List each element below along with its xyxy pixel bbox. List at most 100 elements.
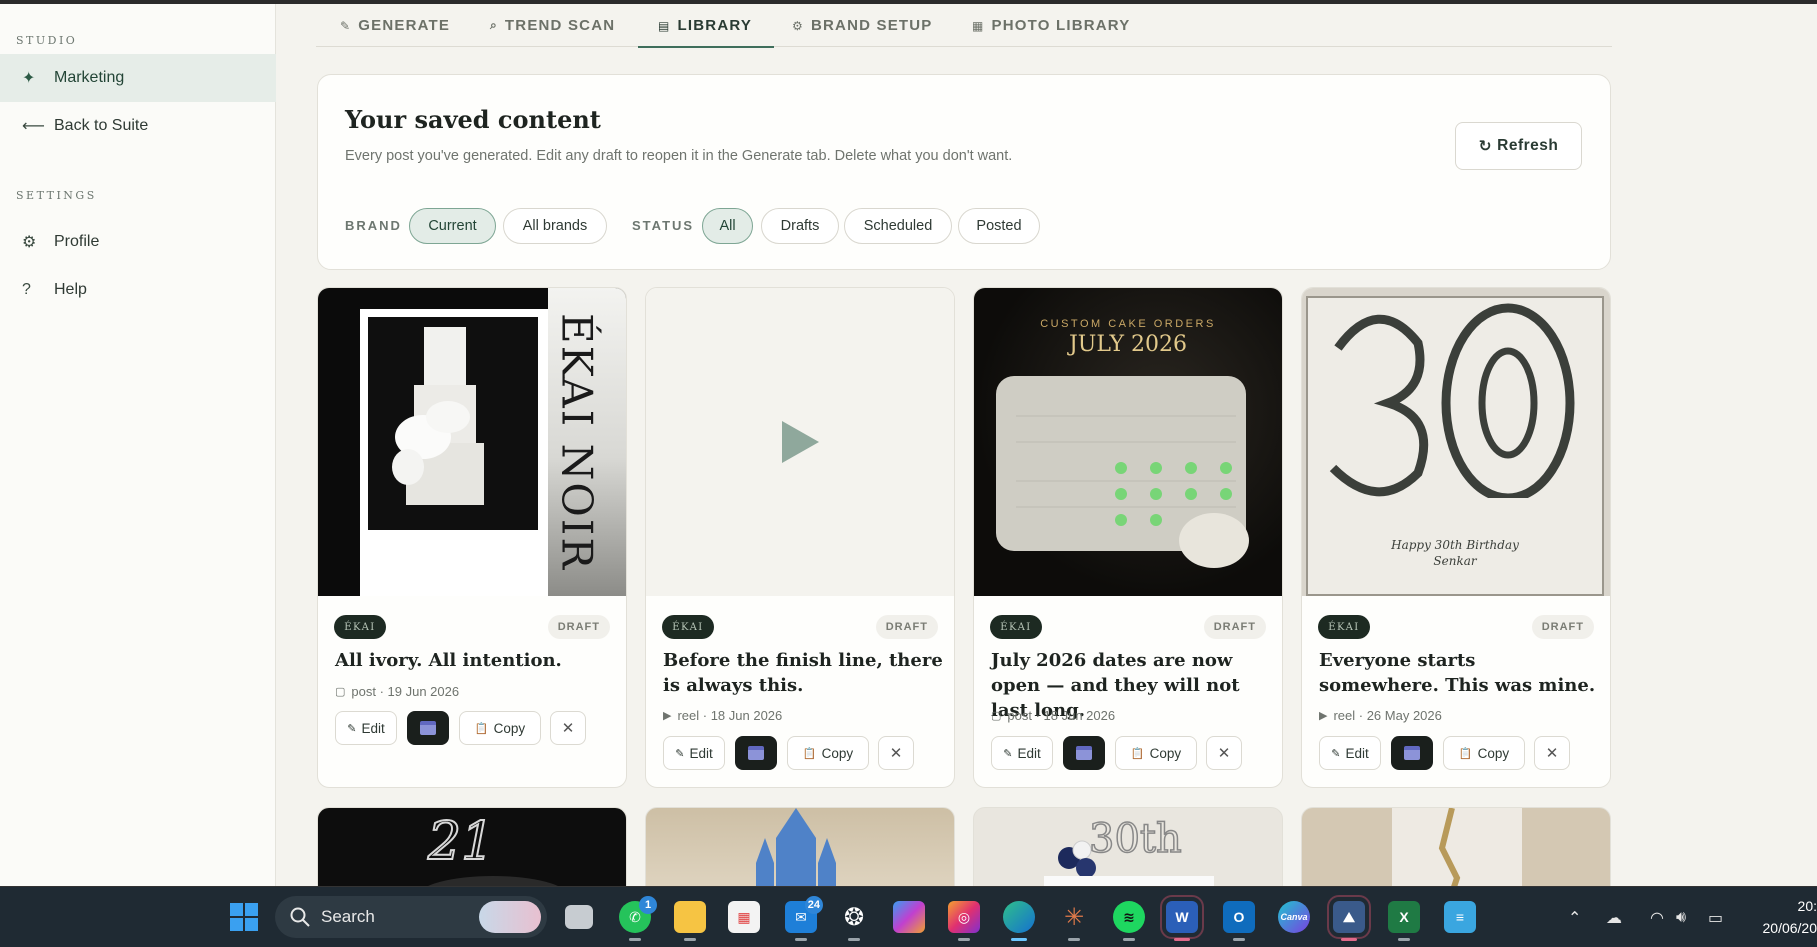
brand-filter-label: BRAND — [345, 218, 402, 233]
wifi-icon[interactable]: ◠ — [1650, 887, 1664, 947]
windows-start-icon[interactable] — [228, 901, 260, 933]
edit-button[interactable]: ✎ Edit — [663, 736, 725, 770]
copy-label: Copy — [821, 745, 854, 761]
copy-button[interactable]: 📋 Copy — [787, 736, 869, 770]
status-badge: DRAFT — [1531, 615, 1594, 639]
meta-text: reel · 26 May 2026 — [1333, 708, 1442, 723]
gear-icon: ⚙ — [22, 234, 37, 251]
thumb-subtitle: CUSTOM CAKE ORDERS — [1040, 318, 1216, 330]
photos-icon[interactable]: ⛰ — [1327, 895, 1371, 941]
sidebar-item-marketing[interactable]: ✦ Marketing — [0, 54, 276, 102]
active-indicator — [1341, 938, 1357, 941]
file-explorer-icon[interactable] — [674, 901, 706, 941]
calendar-icon — [420, 721, 436, 735]
edit-label: Edit — [1017, 745, 1041, 761]
volume-icon[interactable]: 🔊︎ — [1676, 887, 1686, 947]
calendar-icon — [1076, 746, 1092, 760]
tab-brand-setup[interactable]: ⚙ BRAND SETUP — [792, 4, 933, 47]
brand-chip-all-brands[interactable]: All brands — [503, 208, 607, 244]
chatgpt-icon[interactable]: ❂ — [838, 901, 870, 941]
excel-icon[interactable]: X — [1388, 901, 1420, 941]
running-indicator — [958, 938, 970, 941]
tab-label: GENERATE — [358, 17, 451, 34]
tab-trend-scan[interactable]: ⌕ TREND SCAN — [490, 4, 615, 47]
number-30-cake-image — [1329, 303, 1575, 503]
edit-button[interactable]: ✎ Edit — [991, 736, 1053, 770]
delete-button[interactable]: ✕ — [550, 711, 586, 745]
schedule-button[interactable] — [407, 711, 449, 745]
meta-text: reel · 18 Jun 2026 — [677, 708, 783, 723]
card-thumbnail[interactable]: CUSTOM CAKE ORDERS JULY 2026 — [974, 288, 1282, 596]
close-icon: ✕ — [1545, 745, 1559, 762]
content-card: ÉKAI DRAFT Before the finish line, there… — [645, 287, 955, 788]
whatsapp-icon[interactable]: ✆ 1 — [619, 896, 657, 941]
tab-label: PHOTO LIBRARY — [991, 17, 1131, 34]
tray-chevron-icon[interactable]: ⌃ — [1568, 887, 1581, 947]
delete-button[interactable]: ✕ — [878, 736, 914, 770]
brand-chip-current[interactable]: Current — [409, 208, 496, 244]
card-thumbnail[interactable] — [646, 288, 954, 596]
onedrive-icon[interactable]: ☁ — [1606, 887, 1622, 947]
running-indicator — [1123, 938, 1135, 941]
outlook-icon[interactable]: ✉ 24 — [785, 896, 823, 941]
canva-icon[interactable]: Canva — [1278, 901, 1310, 933]
card-thumbnail[interactable]: Happy 30th Birthday Senkar — [1302, 288, 1610, 596]
spotify-icon[interactable]: ≋ — [1113, 901, 1145, 941]
card-thumbnail[interactable]: ÉKAI NOIR — [318, 288, 626, 596]
sidebar-item-label: Marketing — [54, 69, 125, 86]
schedule-button[interactable] — [1063, 736, 1105, 770]
schedule-button[interactable] — [735, 736, 777, 770]
claude-icon[interactable]: ✳ — [1058, 901, 1090, 941]
active-indicator — [1011, 938, 1027, 941]
delete-button[interactable]: ✕ — [1206, 736, 1242, 770]
outlook-new-icon[interactable]: O — [1223, 901, 1255, 941]
edit-button[interactable]: ✎ Edit — [1319, 736, 1381, 770]
close-icon: ✕ — [889, 745, 903, 762]
edit-label: Edit — [689, 745, 713, 761]
system-clock[interactable]: 20: 20/06/20 — [1747, 895, 1817, 939]
delete-button[interactable]: ✕ — [1534, 736, 1570, 770]
pencil-icon: ✎ — [347, 722, 357, 735]
sidebar-section-studio: STUDIO — [16, 34, 78, 47]
copy-button[interactable]: 📋 Copy — [459, 711, 541, 745]
page-title: Your saved content — [345, 105, 601, 134]
status-chip-posted[interactable]: Posted — [958, 208, 1040, 244]
word-icon[interactable]: W — [1160, 895, 1204, 941]
taskbar-search[interactable]: Search — [275, 896, 547, 938]
status-chip-drafts[interactable]: Drafts — [761, 208, 839, 244]
status-chip-all[interactable]: All — [702, 208, 753, 244]
play-icon[interactable] — [646, 288, 954, 596]
search-placeholder: Search — [321, 907, 375, 926]
instagram-icon[interactable]: ◎ — [948, 901, 980, 941]
sidebar-item-help[interactable]: ? Help — [0, 266, 276, 314]
sidebar-item-back-to-suite[interactable]: ⟵ Back to Suite — [0, 102, 276, 150]
copy-label: Copy — [493, 720, 526, 736]
card-meta: ▢ post · 19 Jun 2026 — [335, 684, 459, 699]
cake-inscription-name: Senkar — [1433, 554, 1477, 568]
sidebar-item-profile[interactable]: ⚙ Profile — [0, 218, 276, 266]
sidebar-section-settings: SETTINGS — [16, 189, 97, 202]
sidebar-item-label: Help — [54, 281, 87, 298]
clock-time: 20: — [1797, 898, 1817, 914]
notepad-icon[interactable]: ≡ — [1444, 901, 1476, 933]
main-tabs: ✎ GENERATE ⌕ TREND SCAN ▤ LIBRARY ⚙ BRAN… — [316, 4, 1612, 48]
tab-photo-library[interactable]: ▦ PHOTO LIBRARY — [972, 4, 1131, 47]
status-chip-scheduled[interactable]: Scheduled — [844, 208, 952, 244]
microsoft-store-icon[interactable]: ▦ — [728, 901, 760, 933]
photo-background — [368, 317, 538, 530]
calendar-icon — [748, 746, 764, 760]
edit-button[interactable]: ✎ Edit — [335, 711, 397, 745]
tab-library[interactable]: ▤ LIBRARY — [637, 4, 775, 48]
edge-browser-icon[interactable] — [1003, 901, 1035, 941]
tab-generate[interactable]: ✎ GENERATE — [340, 4, 450, 47]
schedule-button[interactable] — [1391, 736, 1433, 770]
copilot-icon[interactable] — [893, 901, 925, 933]
tab-label: BRAND SETUP — [810, 17, 933, 34]
close-icon: ✕ — [561, 720, 575, 737]
battery-icon[interactable]: ▭ — [1708, 887, 1723, 947]
refresh-button[interactable]: ↻ Refresh — [1455, 122, 1582, 170]
task-view-icon[interactable] — [565, 905, 593, 929]
copy-button[interactable]: 📋 Copy — [1443, 736, 1525, 770]
clipboard-icon: 📋 — [1458, 747, 1473, 760]
copy-button[interactable]: 📋 Copy — [1115, 736, 1197, 770]
